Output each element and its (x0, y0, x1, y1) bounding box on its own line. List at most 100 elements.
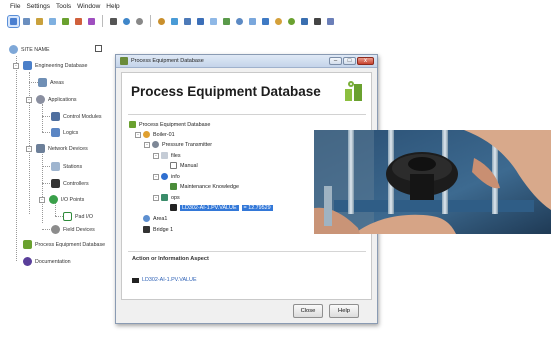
tree-item-applications[interactable]: Applications (36, 95, 77, 104)
gear-icon (36, 95, 45, 104)
tree-guide (29, 72, 30, 214)
close-window-button[interactable]: x (357, 57, 374, 65)
transmitter-icon (152, 141, 159, 148)
divider (128, 114, 366, 115)
node-boiler-01[interactable]: Boiler-01 (143, 131, 175, 138)
node-process-equipment-database[interactable]: Process Equipment Database (129, 121, 210, 128)
palette-icon[interactable] (73, 16, 84, 27)
io-points-icon (49, 195, 58, 204)
grid-icon[interactable] (86, 16, 97, 27)
expander-icon[interactable]: - (26, 146, 32, 152)
equipment-db-icon (23, 240, 32, 249)
tree-item-engineering-database[interactable]: Engineering Database (23, 61, 87, 70)
maximize-button[interactable]: □ (343, 57, 356, 65)
field-device-icon (51, 225, 60, 234)
disk-icon[interactable] (108, 16, 119, 27)
page-title: Process Equipment Database (131, 84, 321, 99)
arrow-icon[interactable] (195, 16, 206, 27)
wrench-icon[interactable] (34, 16, 45, 27)
expander-icon[interactable]: - (26, 97, 32, 103)
tree-guide (29, 82, 38, 83)
settings-icon[interactable] (325, 16, 336, 27)
eye-icon[interactable] (286, 16, 297, 27)
tree-item-stations[interactable]: Stations (51, 162, 82, 171)
tree-item-network-devices[interactable]: Network Devices (36, 144, 88, 153)
gear-icon[interactable] (21, 16, 32, 27)
expander-icon[interactable]: - (13, 63, 19, 69)
search-icon[interactable] (156, 16, 167, 27)
toolbar (7, 12, 551, 30)
document-icon (170, 162, 177, 169)
expander-icon[interactable]: - (144, 142, 150, 148)
collapse-all-icon[interactable] (95, 45, 102, 52)
network-icon (36, 144, 45, 153)
close-button[interactable]: Close (293, 304, 323, 318)
chart-icon[interactable] (169, 16, 180, 27)
tree-guide (55, 202, 56, 216)
minimize-button[interactable]: – (329, 57, 342, 65)
tree-root[interactable]: SITE NAME (9, 45, 50, 54)
expander-icon[interactable]: - (153, 153, 159, 159)
tree-item-process-equipment-database[interactable]: Process Equipment Database (23, 240, 105, 249)
areas-icon (38, 78, 47, 87)
node-bridge-1[interactable]: Bridge 1 (143, 226, 173, 233)
node-pressure-transmitter[interactable]: Pressure Transmitter (152, 141, 212, 148)
station-icon (51, 162, 60, 171)
expander-icon[interactable]: - (135, 132, 141, 138)
zoom-icon[interactable] (234, 16, 245, 27)
tree-item-controllers[interactable]: Controllers (51, 179, 89, 188)
globe-icon[interactable] (121, 16, 132, 27)
help-button[interactable]: Help (329, 304, 359, 318)
aspect-panel: Action or Information Aspect LD302-AI-1.… (128, 251, 366, 295)
toolbar-separator (102, 15, 103, 27)
monitor-icon[interactable] (182, 16, 193, 27)
menu-bar: File Settings Tools Window Help (0, 0, 551, 12)
cloud-icon[interactable] (273, 16, 284, 27)
document-icon[interactable] (47, 16, 58, 27)
app-icon (120, 57, 128, 65)
equipment-db-icon (129, 121, 136, 128)
tree-item-control-modules[interactable]: Control Modules (51, 112, 102, 121)
expander-icon[interactable]: - (153, 174, 159, 180)
tree-guide (16, 56, 17, 261)
overlay-photo (314, 130, 551, 234)
node-pv-value[interactable]: LD302-AI-1.PV.VALUE = 12.79529 (170, 204, 273, 211)
tree-item-areas[interactable]: Areas (38, 78, 64, 87)
refresh-icon[interactable] (60, 16, 71, 27)
menu-help[interactable]: Help (106, 3, 119, 10)
tree-guide (55, 216, 63, 217)
menu-file[interactable]: File (10, 3, 20, 10)
tool-icon[interactable] (221, 16, 232, 27)
network-icon[interactable] (299, 16, 310, 27)
tree-item-pad-io[interactable]: Pad I/O (63, 212, 93, 221)
node-ops[interactable]: ops (161, 194, 180, 201)
boiler-icon (143, 131, 150, 138)
menu-tools[interactable]: Tools (56, 3, 71, 10)
expander-icon[interactable]: - (39, 197, 45, 203)
documentation-icon (23, 257, 32, 266)
node-files[interactable]: files (161, 152, 181, 159)
aspect-link[interactable]: LD302-AI-1.PV.VALUE (132, 277, 197, 283)
node-maintenance-knowledge[interactable]: Maintenance Knowledge (170, 183, 239, 190)
tree-guide (42, 104, 43, 132)
menu-window[interactable]: Window (77, 3, 100, 10)
tree-item-documentation[interactable]: Documentation (23, 257, 71, 266)
menu-settings[interactable]: Settings (26, 3, 50, 10)
node-manual[interactable]: Manual (170, 162, 198, 169)
module-icon (51, 112, 60, 121)
equipment-logo-icon (345, 81, 363, 101)
node-info[interactable]: info (161, 173, 180, 180)
window-icon[interactable] (208, 16, 219, 27)
report-icon[interactable] (260, 16, 271, 27)
ops-icon (161, 194, 168, 201)
toolbar-separator (150, 15, 151, 27)
node-area1[interactable]: Area1 (143, 215, 167, 222)
tree-item-logics[interactable]: Logics (51, 128, 78, 137)
list-icon[interactable] (312, 16, 323, 27)
image-icon[interactable] (247, 16, 258, 27)
pin-icon[interactable] (134, 16, 145, 27)
tree-item-io-points[interactable]: I/O Points (49, 195, 84, 204)
tree-item-field-devices[interactable]: Field Devices (51, 225, 95, 234)
pointer-icon[interactable] (7, 14, 20, 28)
expander-icon[interactable]: - (153, 195, 159, 201)
